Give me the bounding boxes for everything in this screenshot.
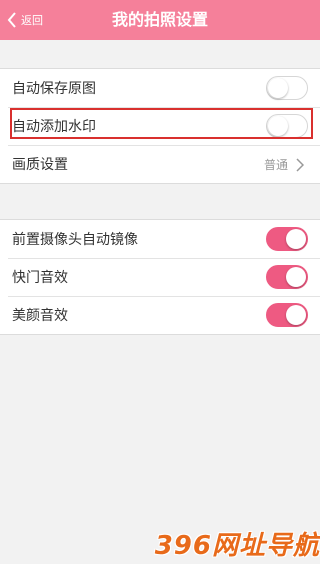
shutter-sound-toggle[interactable] bbox=[266, 265, 308, 289]
setting-label: 自动保存原图 bbox=[12, 81, 96, 97]
setting-label: 前置摄像头自动镜像 bbox=[12, 232, 138, 248]
page-title: 我的拍照设置 bbox=[111, 10, 208, 29]
setting-row-save-original: 自动保存原图 bbox=[0, 69, 320, 107]
setting-row-front-mirror: 前置摄像头自动镜像 bbox=[0, 220, 320, 258]
beauty-sound-toggle[interactable] bbox=[266, 303, 308, 327]
toggle-knob bbox=[268, 78, 288, 98]
toggle-knob bbox=[286, 229, 306, 249]
setting-label: 画质设置 bbox=[12, 157, 68, 173]
setting-row-quality[interactable]: 画质设置 普通 bbox=[0, 145, 320, 183]
settings-group-camera: 前置摄像头自动镜像 快门音效 美颜音效 bbox=[0, 219, 320, 335]
setting-label: 美颜音效 bbox=[12, 308, 68, 324]
setting-label: 自动添加水印 bbox=[12, 119, 96, 135]
front-mirror-toggle[interactable] bbox=[266, 227, 308, 251]
toggle-knob bbox=[286, 305, 306, 325]
setting-row-watermark: 自动添加水印 bbox=[0, 107, 320, 145]
auto-watermark-toggle[interactable] bbox=[266, 114, 308, 138]
toggle-knob bbox=[268, 116, 288, 136]
header-bar: 返回 我的拍照设置 bbox=[0, 0, 320, 40]
toggle-knob bbox=[286, 267, 306, 287]
watermark-text: 396网址导航 bbox=[154, 530, 320, 561]
setting-row-shutter-sound: 快门音效 bbox=[0, 258, 320, 296]
site-watermark: 396网址导航 bbox=[138, 526, 320, 561]
save-original-toggle[interactable] bbox=[266, 76, 308, 100]
setting-row-beauty-sound: 美颜音效 bbox=[0, 296, 320, 334]
setting-label: 快门音效 bbox=[12, 270, 68, 286]
chevron-right-icon bbox=[296, 157, 308, 172]
quality-value: 普通 bbox=[263, 157, 288, 172]
settings-group-general: 自动保存原图 自动添加水印 画质设置 普通 bbox=[0, 68, 320, 184]
